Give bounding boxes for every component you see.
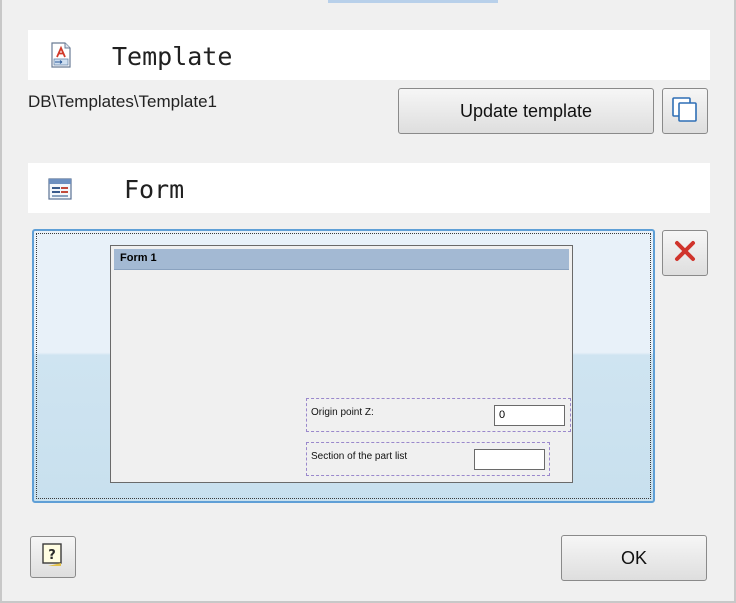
form-preview: Form 1 Origin point Z: 0 Section of the … (110, 245, 573, 483)
part-list-section-field: Section of the part list (306, 442, 550, 476)
ok-label: OK (620, 547, 647, 568)
help-icon: ? (40, 542, 66, 573)
help-button[interactable]: ? (30, 536, 76, 578)
delete-form-button[interactable] (662, 230, 708, 276)
origin-point-z-field: Origin point Z: 0 (306, 398, 571, 432)
title-accent (328, 0, 498, 3)
svg-text:?: ? (48, 548, 56, 563)
update-template-button[interactable]: Update template (398, 88, 654, 134)
copy-template-button[interactable] (662, 88, 708, 134)
template-path: DB\Templates\Template1 (28, 92, 217, 111)
part-list-section-label: Section of the part list (311, 451, 408, 462)
part-list-section-input[interactable] (474, 449, 545, 470)
form-icon (48, 178, 72, 200)
template-icon (50, 42, 72, 68)
origin-point-z-label: Origin point Z: (311, 407, 374, 418)
template-section-title: Template (112, 42, 233, 71)
origin-point-z-input[interactable]: 0 (494, 405, 565, 426)
copy-icon (671, 95, 699, 128)
form-section-header: Form (28, 163, 710, 213)
update-template-label: Update template (459, 100, 593, 121)
delete-icon (673, 239, 697, 268)
form-preview-titlebar: Form 1 (114, 249, 569, 270)
form-section-title: Form (124, 175, 185, 204)
template-section-header: Template (28, 30, 710, 80)
ok-button[interactable]: OK (561, 535, 707, 581)
form-preview-title: Form 1 (120, 252, 157, 264)
